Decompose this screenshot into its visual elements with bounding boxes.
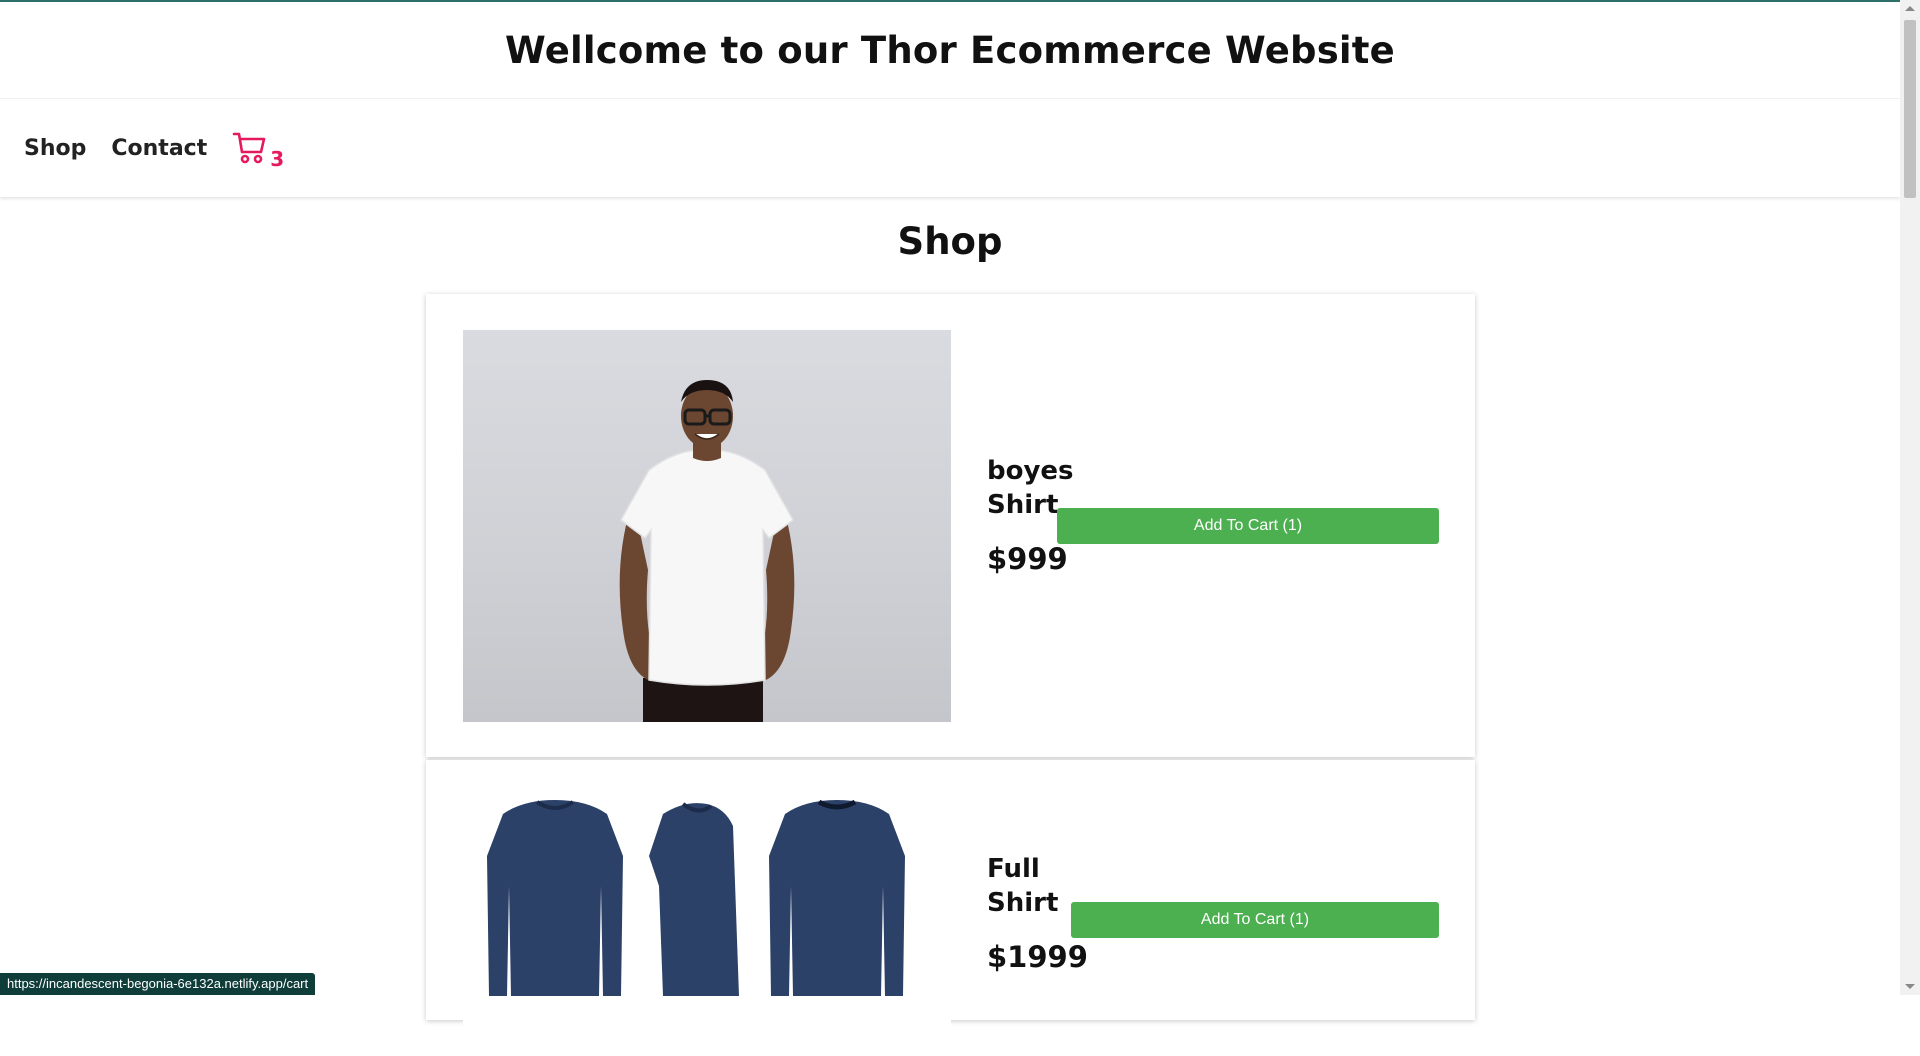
product-image — [463, 330, 951, 722]
main-nav: Shop Contact 3 — [0, 99, 1900, 197]
nav-contact-link[interactable]: Contact — [111, 136, 207, 161]
scrollbar-thumb[interactable] — [1904, 20, 1916, 198]
site-title: Wellcome to our Thor Ecommerce Website — [505, 28, 1395, 72]
product-price: $999 — [987, 542, 1068, 576]
product-name: Full Shirt — [987, 854, 1059, 918]
product-price: $1999 — [987, 940, 1088, 974]
product-card: Full Shirt Add To Cart (1) $1999 — [426, 760, 1475, 1056]
nav-shop-link[interactable]: Shop — [24, 136, 86, 161]
add-to-cart-button[interactable]: Add To Cart (1) — [1071, 902, 1439, 938]
vertical-scrollbar[interactable] — [1900, 0, 1920, 995]
scroll-down-arrow-icon[interactable] — [1905, 984, 1915, 989]
page-title: Shop — [897, 220, 1003, 263]
cart-icon — [232, 132, 266, 164]
add-to-cart-button[interactable]: Add To Cart (1) — [1057, 508, 1439, 544]
status-bar-url: https://incandescent-begonia-6e132a.netl… — [0, 973, 316, 995]
site-header: Wellcome to our Thor Ecommerce Website — [0, 2, 1900, 99]
scroll-up-arrow-icon[interactable] — [1905, 6, 1915, 11]
product-image — [463, 796, 951, 1056]
cart-button[interactable]: 3 — [232, 125, 285, 171]
cart-count-badge: 3 — [270, 147, 285, 171]
product-card: boyes Shirt Add To Cart (1) $999 — [426, 294, 1475, 757]
